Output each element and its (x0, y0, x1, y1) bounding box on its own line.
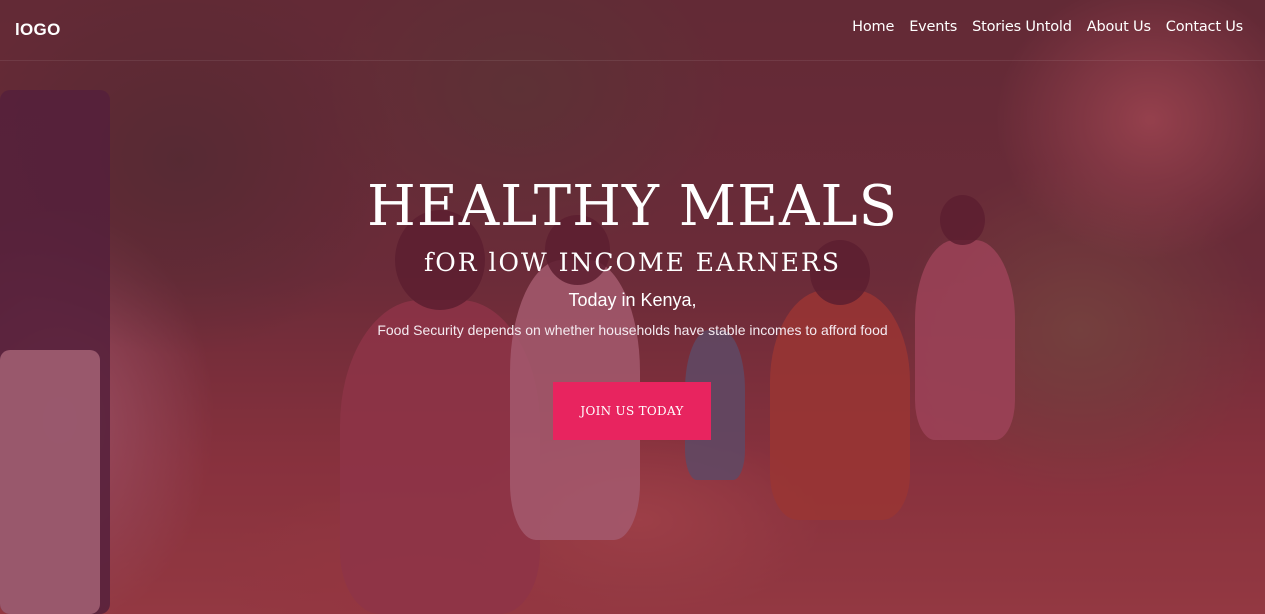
nav-link-contact-us[interactable]: Contact Us (1166, 19, 1243, 35)
hero-subheadline: fOR lOW INCOME EARNERS (423, 248, 842, 277)
site-logo[interactable]: lOGO (15, 20, 61, 40)
nav-link-home[interactable]: Home (852, 19, 894, 35)
hero-content: HEALTHY MEALS fOR lOW INCOME EARNERS Tod… (0, 170, 1265, 340)
join-us-button[interactable]: JOIN US TODAY (553, 382, 711, 440)
nav-link-events[interactable]: Events (909, 19, 957, 35)
nav-link-stories-untold[interactable]: Stories Untold (972, 19, 1072, 35)
navbar: lOGO Home Events Stories Untold About Us… (0, 0, 1265, 61)
hero-tagline: Today in Kenya, (568, 290, 697, 310)
hero-section: lOGO Home Events Stories Untold About Us… (0, 0, 1265, 614)
nav-links: Home Events Stories Untold About Us Cont… (852, 19, 1243, 35)
nav-link-about-us[interactable]: About Us (1087, 19, 1151, 35)
hero-description: Food Security depends on whether househo… (377, 322, 888, 338)
hero-headline: HEALTHY MEALS (367, 174, 898, 239)
